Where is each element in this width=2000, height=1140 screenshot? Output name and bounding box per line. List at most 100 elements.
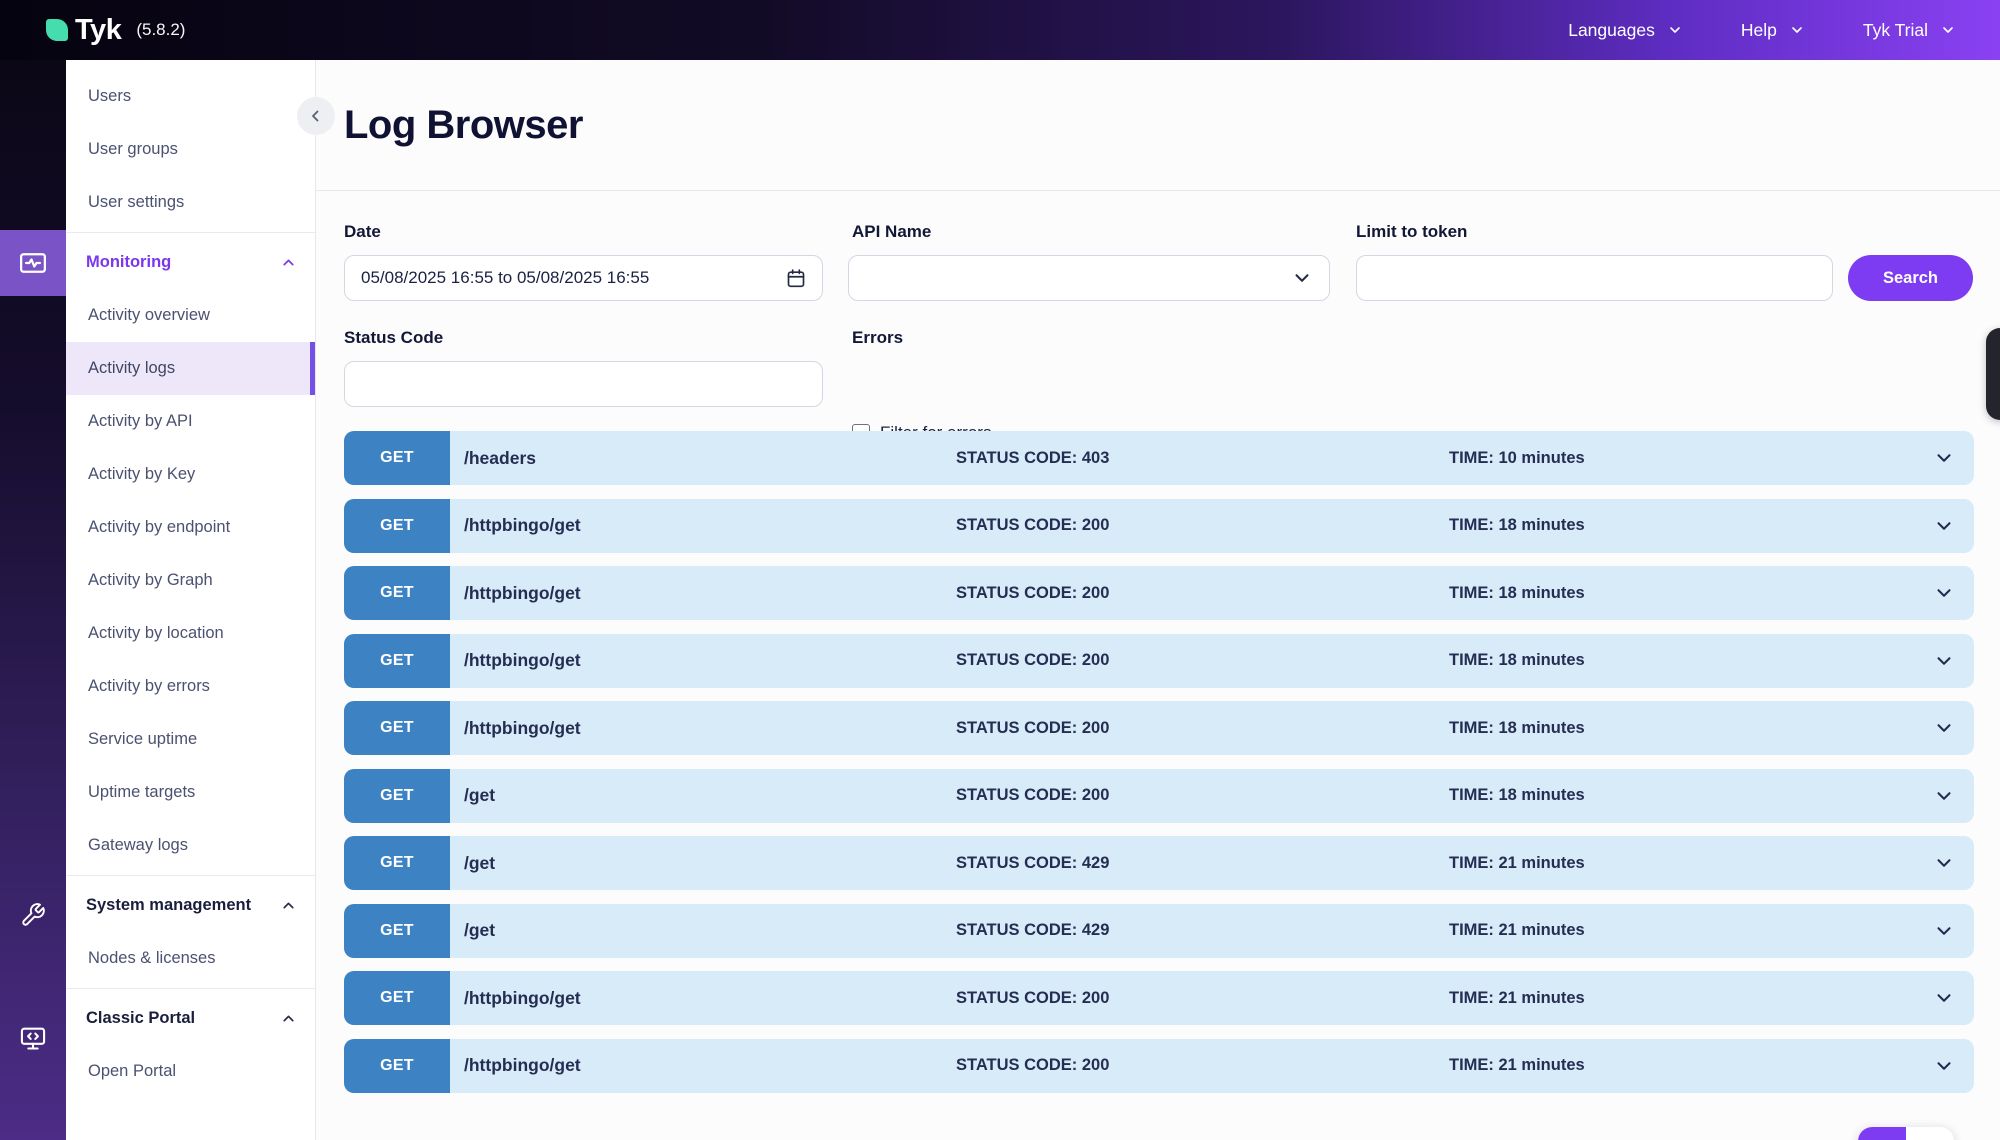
log-status-code: STATUS CODE: 200 xyxy=(956,566,1449,620)
sidebar-item[interactable] xyxy=(66,232,315,233)
topbar-menu-item[interactable]: Tyk Trial xyxy=(1863,20,1956,41)
portal-monitor-icon xyxy=(19,1024,47,1052)
title-divider xyxy=(316,190,2000,191)
sidebar-item-label: Activity by Graph xyxy=(88,571,213,590)
expand-row-button[interactable] xyxy=(1914,566,1974,620)
api-name-select[interactable] xyxy=(848,255,1330,301)
icon-rail xyxy=(0,60,66,1140)
expand-row-button[interactable] xyxy=(1914,971,1974,1025)
main-content: Log Browser Date 05/08/2025 16:55 to 05/… xyxy=(316,60,2000,1140)
sidebar-item[interactable]: Classic Portal xyxy=(66,992,315,1045)
log-row[interactable]: GET /headers STATUS CODE: 403 TIME: 10 m… xyxy=(344,431,1974,485)
log-time: TIME: 18 minutes xyxy=(1449,634,1914,688)
page-title: Log Browser xyxy=(344,103,583,148)
sidebar-item[interactable]: Activity by API xyxy=(66,395,315,448)
log-time: TIME: 18 minutes xyxy=(1449,499,1914,553)
status-code-input[interactable] xyxy=(344,361,823,407)
log-row[interactable]: GET /httpbingo/get STATUS CODE: 200 TIME… xyxy=(344,971,1974,1025)
sidebar-item[interactable]: Activity by Key xyxy=(66,448,315,501)
sidebar-item-label: Service uptime xyxy=(88,730,197,749)
log-row[interactable]: GET /get STATUS CODE: 429 TIME: 21 minut… xyxy=(344,904,1974,958)
sidebar-item[interactable]: System management xyxy=(66,879,315,932)
log-status-code: STATUS CODE: 200 xyxy=(956,769,1449,823)
rail-item-classic-portal[interactable] xyxy=(0,1012,66,1064)
http-method-badge: GET xyxy=(344,836,450,890)
log-status-code: STATUS CODE: 200 xyxy=(956,701,1449,755)
sidebar-item[interactable]: Monitoring xyxy=(66,236,315,289)
expand-row-button[interactable] xyxy=(1914,634,1974,688)
pagination-active-segment[interactable] xyxy=(1858,1127,1906,1140)
sidebar-item[interactable]: Activity overview xyxy=(66,289,315,342)
chevron-up-icon xyxy=(280,254,297,271)
sidebar-item[interactable]: Uptime targets xyxy=(66,766,315,819)
sidebar-item-label: Users xyxy=(88,87,131,106)
sidebar-item[interactable]: Gateway logs xyxy=(66,819,315,872)
sidebar-item[interactable]: Activity by Graph xyxy=(66,554,315,607)
limit-token-input[interactable] xyxy=(1356,255,1833,301)
sidebar-item-label: System management xyxy=(86,896,251,915)
pagination-control[interactable] xyxy=(1858,1127,1954,1140)
chevron-up-icon xyxy=(280,897,297,914)
sidebar-collapse-button[interactable] xyxy=(297,97,335,135)
http-method-badge: GET xyxy=(344,701,450,755)
sidebar-item[interactable]: Activity logs xyxy=(66,342,315,395)
version-label: (5.8.2) xyxy=(136,20,185,40)
chevron-down-icon xyxy=(1933,785,1955,807)
topbar-menu-item[interactable]: Languages xyxy=(1568,20,1683,41)
menu-label: Help xyxy=(1741,20,1777,41)
chevron-down-icon xyxy=(1667,22,1683,38)
scrollbar-thumb[interactable] xyxy=(1986,328,2000,420)
sidebar-item[interactable]: User settings xyxy=(66,176,315,229)
log-status-code: STATUS CODE: 200 xyxy=(956,971,1449,1025)
sidebar-item[interactable] xyxy=(66,988,315,989)
sidebar-item-label: Activity by errors xyxy=(88,677,210,696)
log-row[interactable]: GET /get STATUS CODE: 429 TIME: 21 minut… xyxy=(344,836,1974,890)
expand-row-button[interactable] xyxy=(1914,836,1974,890)
sidebar-item[interactable]: User groups xyxy=(66,123,315,176)
chevron-down-icon xyxy=(1291,267,1313,289)
expand-row-button[interactable] xyxy=(1914,431,1974,485)
topbar-menu: Languages Help Tyk Trial xyxy=(1568,20,1956,41)
expand-row-button[interactable] xyxy=(1914,904,1974,958)
sidebar-item-label: Activity by Key xyxy=(88,465,195,484)
sidebar-item[interactable]: Open Portal xyxy=(66,1045,315,1098)
log-status-code: STATUS CODE: 429 xyxy=(956,836,1449,890)
sidebar-item-label: Gateway logs xyxy=(88,836,188,855)
log-time: TIME: 21 minutes xyxy=(1449,904,1914,958)
sidebar-item[interactable]: Activity by location xyxy=(66,607,315,660)
chevron-up-icon xyxy=(280,1010,297,1027)
menu-label: Tyk Trial xyxy=(1863,20,1928,41)
search-button[interactable]: Search xyxy=(1848,255,1973,301)
log-row[interactable]: GET /httpbingo/get STATUS CODE: 200 TIME… xyxy=(344,566,1974,620)
sidebar-item-label: User settings xyxy=(88,193,184,212)
log-row[interactable]: GET /httpbingo/get STATUS CODE: 200 TIME… xyxy=(344,701,1974,755)
sidebar-item-label: Activity by API xyxy=(88,412,193,431)
log-row[interactable]: GET /httpbingo/get STATUS CODE: 200 TIME… xyxy=(344,499,1974,553)
sidebar-item[interactable]: Activity by errors xyxy=(66,660,315,713)
sidebar-item[interactable]: Nodes & licenses xyxy=(66,932,315,985)
errors-label: Errors xyxy=(852,328,903,348)
expand-row-button[interactable] xyxy=(1914,499,1974,553)
date-range-input[interactable]: 05/08/2025 16:55 to 05/08/2025 16:55 xyxy=(344,255,823,301)
expand-row-button[interactable] xyxy=(1914,701,1974,755)
log-row[interactable]: GET /httpbingo/get STATUS CODE: 200 TIME… xyxy=(344,1039,1974,1093)
chevron-down-icon xyxy=(1933,515,1955,537)
sidebar-item[interactable]: Service uptime xyxy=(66,713,315,766)
http-method-badge: GET xyxy=(344,499,450,553)
expand-row-button[interactable] xyxy=(1914,1039,1974,1093)
log-row[interactable]: GET /get STATUS CODE: 200 TIME: 18 minut… xyxy=(344,769,1974,823)
tyk-logo[interactable]: Tyk (5.8.2) xyxy=(46,14,185,47)
topbar-menu-item[interactable]: Help xyxy=(1741,20,1805,41)
sidebar-item[interactable]: Activity by endpoint xyxy=(66,501,315,554)
http-method-badge: GET xyxy=(344,971,450,1025)
sidebar-item-label: Nodes & licenses xyxy=(88,949,215,968)
rail-item-system-management[interactable] xyxy=(0,889,66,941)
log-path: /get xyxy=(450,836,956,890)
sidebar-item[interactable]: Users xyxy=(66,70,315,123)
sidebar-item[interactable] xyxy=(66,875,315,876)
log-row[interactable]: GET /httpbingo/get STATUS CODE: 200 TIME… xyxy=(344,634,1974,688)
sidebar-item-label: Open Portal xyxy=(88,1062,176,1081)
expand-row-button[interactable] xyxy=(1914,769,1974,823)
log-path: /httpbingo/get xyxy=(450,971,956,1025)
rail-item-monitoring[interactable] xyxy=(0,230,66,296)
